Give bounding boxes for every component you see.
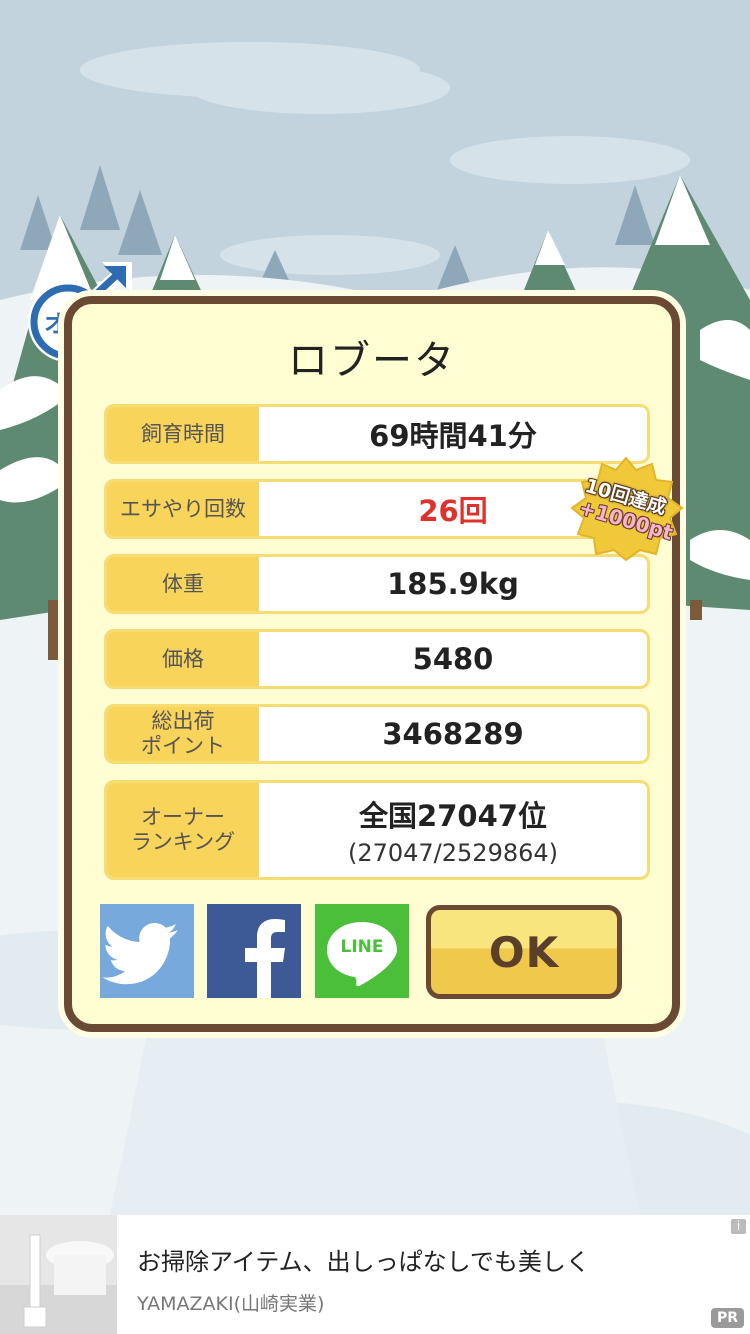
ranking-value: 全国27047位 xyxy=(359,799,547,833)
stat-value: 全国27047位 (27047/2529864) xyxy=(259,783,647,877)
twitter-bird-icon xyxy=(102,923,178,985)
stat-value: 5480 xyxy=(412,642,494,676)
stat-label: 総出荷 ポイント xyxy=(107,707,259,761)
ad-thumbnail[interactable] xyxy=(0,1215,117,1334)
line-share-button[interactable]: LINE xyxy=(315,904,409,998)
ad-banner[interactable]: お掃除アイテム、出しっぱなしでも美しく YAMAZAKI(山崎実業) i PR xyxy=(0,1215,750,1334)
ad-pr-badge: PR xyxy=(710,1308,744,1328)
stat-label: 価格 xyxy=(107,632,259,686)
line-label: LINE xyxy=(340,937,384,957)
stat-label: 飼育時間 xyxy=(107,407,259,461)
ad-brand[interactable]: YAMAZAKI(山崎実業) xyxy=(137,1289,324,1316)
stat-row-owner-ranking: オーナー ランキング 全国27047位 (27047/2529864) xyxy=(104,780,650,880)
ranking-detail: (27047/2529864) xyxy=(347,839,559,867)
character-name: ロブータ xyxy=(288,338,456,384)
stat-value: 3468289 xyxy=(382,717,524,751)
stat-value: 185.9kg xyxy=(387,567,519,601)
stat-label: オーナー ランキング xyxy=(107,783,259,877)
ad-info-icon[interactable]: i xyxy=(731,1219,746,1234)
facebook-f-icon xyxy=(245,919,285,998)
stat-row-total-shipping-points: 総出荷 ポイント 3468289 xyxy=(104,704,650,764)
twitter-share-button[interactable] xyxy=(100,904,194,998)
stat-row-price: 価格 5480 xyxy=(104,629,650,689)
ok-button[interactable]: OK xyxy=(426,905,622,999)
stat-label: エサやり回数 xyxy=(107,482,259,536)
achievement-badge: 10回達成 +1000pt xyxy=(566,454,686,564)
facebook-share-button[interactable] xyxy=(207,904,301,998)
ok-button-label: OK xyxy=(488,927,560,977)
stat-value: 69時間41分 xyxy=(369,419,537,453)
stat-label: 体重 xyxy=(107,557,259,611)
ad-headline[interactable]: お掃除アイテム、出しっぱなしでも美しく xyxy=(137,1242,590,1277)
